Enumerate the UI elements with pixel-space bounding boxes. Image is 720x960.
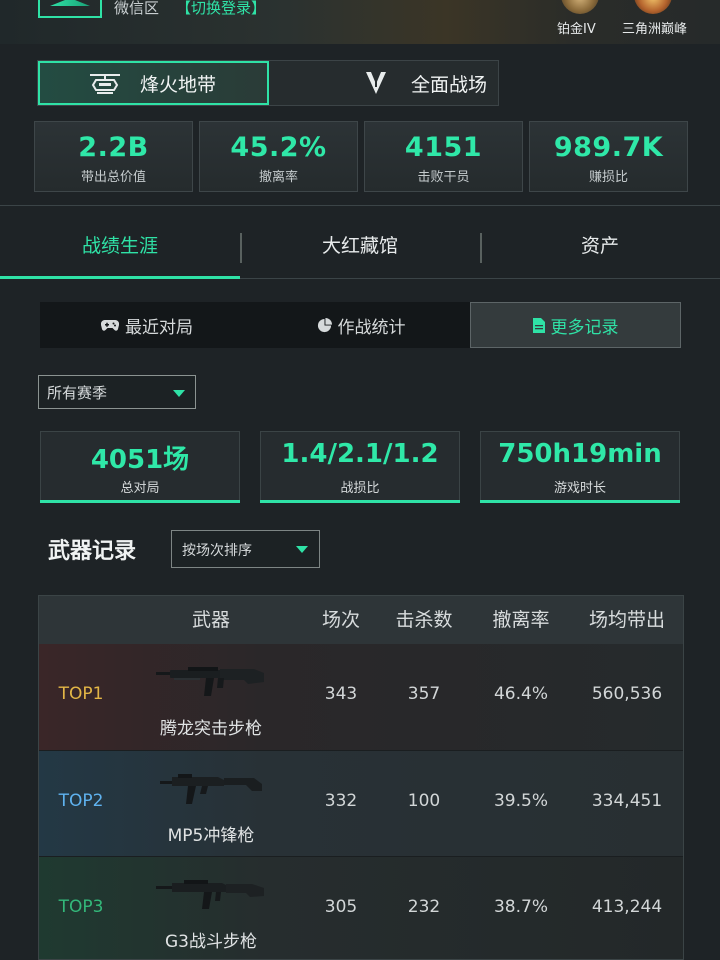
document-icon [532,317,545,333]
column-header-matches: 场次 [321,609,360,631]
rank-label: TOP3 [58,897,104,917]
pie-chart-icon [317,317,332,333]
sort-select[interactable]: 按场次排序 [171,530,320,568]
delta-peak-rank-badge [634,0,672,14]
rank-label-peak: 三角洲巅峰 [622,22,688,37]
summary-total-matches: 4051场 总对局 [40,431,240,503]
stat-total-loot-value: 2.2B 带出总价值 [34,121,193,192]
mode-label-battlefield: 全面战场 [411,73,488,96]
stat-label: 击败干员 [417,170,470,185]
table-row[interactable]: TOP2 MP5冲锋枪 332 100 39.5% 334,451 [39,750,683,856]
summary-label: 总对局 [120,481,160,496]
stat-value: 2.2B [78,132,149,163]
column-header-avg-loot: 场均带出 [588,609,665,631]
region-label: 微信区 [114,0,160,17]
subtab-label: 最近对局 [125,317,193,338]
avg-loot-value: 334,451 [591,791,663,811]
mode-tab-firezone[interactable]: 烽火地带 [38,61,269,105]
sub-tabs: 最近对局 作战统计 更多记录 [40,302,681,348]
assault-rifle-image [156,667,264,696]
caret-down-icon [296,546,308,553]
matches-value: 332 [324,791,358,811]
matches-value: 343 [324,684,358,704]
sort-select-value: 按场次排序 [182,543,252,559]
weapon-table: 武器 场次 击杀数 撤离率 场均带出 TOP1 腾龙突击步枪 343 357 4… [38,595,684,960]
tab-career-record[interactable]: 战绩生涯 [0,217,240,277]
stat-operators-killed: 4151 击败干员 [364,121,523,192]
gamepad-icon [101,318,119,332]
stat-profit-loss-ratio: 989.7K 赚损比 [529,121,688,192]
rank-label: TOP2 [58,791,104,811]
divider [0,205,720,217]
subtab-label: 作战统计 [337,317,406,338]
arrow-emblem-icon [359,69,393,97]
kills-value: 357 [407,684,441,704]
extract-rate-value: 46.4% [493,684,548,704]
weapon-name: 腾龙突击步枪 [160,719,262,739]
platinum-rank-badge [561,0,599,14]
rank-label-platinum: 铂金IV [557,22,596,37]
season-select-value: 所有赛季 [47,384,108,402]
rank-label: TOP1 [58,684,104,704]
avg-loot-value: 560,536 [591,684,663,704]
subtab-label: 更多记录 [550,317,619,338]
stat-label: 带出总价值 [80,170,146,185]
summary-label: 战损比 [340,481,380,496]
extract-rate-value: 39.5% [493,791,548,811]
tab-red-collection[interactable]: 大红藏馆 [240,217,480,277]
table-header: 武器 场次 击杀数 撤离率 场均带出 [39,596,683,644]
main-tabs: 战绩生涯 大红藏馆 资产 [0,217,720,279]
weapon-name: G3战斗步枪 [165,932,257,952]
top-banner: 微信区 【切换登录】 铂金IV 三角洲巅峰 [0,0,720,44]
season-select[interactable]: 所有赛季 [38,375,196,409]
weapon-name: MP5冲锋枪 [167,826,255,846]
game-logo [38,0,102,18]
matches-value: 305 [324,897,358,917]
summary-play-time: 750h19min 游戏时长 [480,431,680,503]
column-header-weapon: 武器 [191,609,230,631]
subtab-more-records[interactable]: 更多记录 [470,302,681,348]
stat-value: 4151 [404,132,483,163]
stat-value: 989.7K [553,132,664,163]
stat-value: 45.2% [230,132,327,163]
summary-value: 4051场 [90,445,190,475]
summary-value: 1.4/2.1/1.2 [281,439,439,469]
column-header-extract-rate: 撤离率 [492,609,550,631]
summary-kd-ratio: 1.4/2.1/1.2 战损比 [260,431,460,503]
switch-login-link[interactable]: 【切换登录】 [176,0,266,18]
weapon-records-title: 武器记录 [48,539,137,564]
table-row[interactable]: TOP1 腾龙突击步枪 343 357 46.4% 560,536 [39,644,683,750]
avg-loot-value: 413,244 [591,897,663,917]
subtab-recent-matches[interactable]: 最近对局 [40,302,254,348]
summary-label: 游戏时长 [553,481,606,496]
stat-extract-rate: 45.2% 撤离率 [199,121,358,192]
mode-tab-battlefield[interactable]: 全面战场 [269,61,498,105]
subtab-combat-stats[interactable]: 作战统计 [254,302,468,348]
summary-value: 750h19min [498,439,662,469]
extract-rate-value: 38.7% [493,897,548,917]
table-row[interactable]: TOP3 G3战斗步枪 305 232 38.7% 413,244 [39,856,683,959]
kills-value: 100 [407,791,441,811]
caret-down-icon [173,390,185,397]
mode-label-firezone: 烽火地带 [140,73,217,96]
stat-label: 赚损比 [588,170,628,185]
submachine-gun-image [160,774,262,804]
mode-switch: 烽火地带 全面战场 [37,60,499,106]
stat-label: 撤离率 [258,170,298,185]
tab-assets[interactable]: 资产 [480,217,720,277]
active-tab-indicator [0,276,240,279]
tab-baseline [240,278,720,279]
battle-rifle-image [156,880,264,909]
column-header-kills: 击杀数 [395,609,453,631]
helicopter-icon [88,69,122,97]
kills-value: 232 [407,897,441,917]
